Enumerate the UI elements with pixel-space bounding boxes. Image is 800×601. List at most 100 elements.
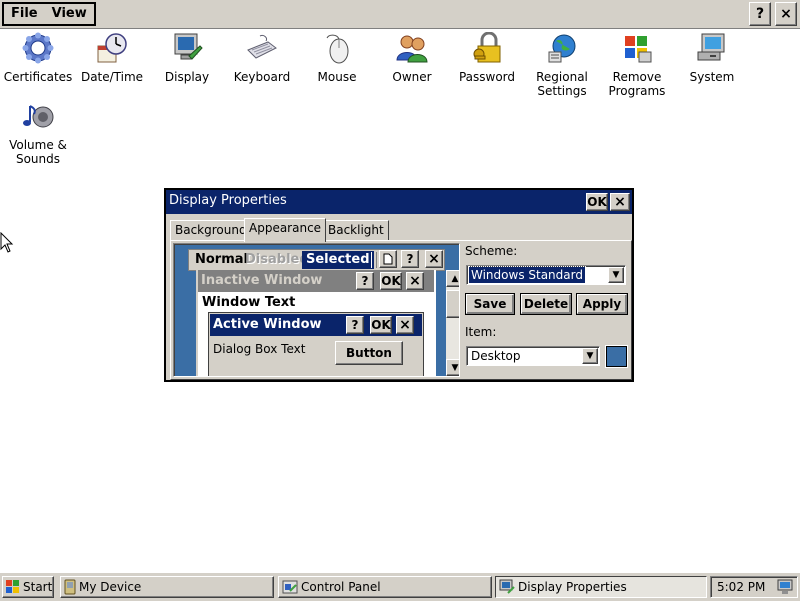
cp-item-label: Password: [458, 70, 516, 84]
dialog-ok-button[interactable]: OK: [586, 193, 608, 211]
windows-logo-icon: [6, 580, 19, 593]
scheme-select[interactable]: Windows Standard ▼: [466, 265, 626, 285]
tab-appearance[interactable]: Appearance: [244, 218, 327, 242]
regional-settings-icon: [548, 34, 576, 63]
cp-item-label: Mouse: [317, 70, 357, 84]
taskbar: Start My Device Control Panel Display Pr…: [0, 572, 800, 601]
menu-view[interactable]: View: [45, 4, 94, 24]
preview-inactive-title: Inactive Window: [201, 273, 323, 288]
cp-item-keyboard[interactable]: Keyboard: [224, 32, 300, 84]
cp-item-password[interactable]: Password: [449, 32, 525, 84]
display-properties-dialog: Display Properties OK × Background Appea…: [164, 188, 634, 382]
item-select[interactable]: Desktop ▼: [466, 346, 600, 366]
dialog-title: Display Properties: [169, 193, 287, 208]
help-button[interactable]: ?: [749, 2, 771, 26]
save-button[interactable]: Save: [465, 293, 515, 315]
preview-inactive-help-button: ?: [356, 272, 374, 290]
menu-group: File View: [2, 2, 96, 26]
close-button[interactable]: ×: [775, 2, 797, 26]
apply-button-label: Apply: [577, 294, 627, 314]
scroll-down-icon: ▼: [446, 359, 459, 376]
cp-item-display[interactable]: Display: [149, 32, 225, 84]
cp-item-label: Date/Time: [80, 70, 144, 84]
remove-programs-icon: [625, 36, 652, 63]
preview-scrollbar: ▲ ▼: [446, 270, 459, 376]
preview-close-button: ×: [425, 250, 443, 268]
taskbar-button-label: Display Properties: [518, 580, 627, 594]
start-button[interactable]: Start: [2, 576, 54, 598]
preview-help-button: ?: [401, 250, 419, 268]
preview-menu-selected: Selected: [302, 251, 374, 269]
volume-sounds-icon: [23, 105, 54, 128]
keyboard-icon: [247, 35, 277, 59]
cp-item-datetime[interactable]: Date/Time: [74, 32, 150, 84]
preview-inactive-close-button: ×: [406, 272, 424, 290]
delete-button[interactable]: Delete: [520, 293, 572, 315]
start-label: Start: [23, 580, 53, 594]
cp-item-label: Volume & Sounds: [9, 138, 67, 166]
item-label: Item:: [465, 325, 497, 339]
tab-appearance-label: Appearance: [249, 221, 322, 235]
scheme-value: Windows Standard: [468, 266, 586, 284]
cp-item-volume-sounds[interactable]: Volume & Sounds: [0, 100, 76, 166]
preview-new-icon: [379, 250, 397, 268]
cp-item-label: Display: [164, 70, 210, 84]
cp-item-mouse[interactable]: Mouse: [299, 32, 375, 84]
tab-background-label: Background: [175, 223, 247, 237]
menu-view-label: View: [51, 6, 87, 21]
dialog-title-bar[interactable]: Display Properties OK ×: [166, 190, 632, 214]
chevron-down-icon[interactable]: ▼: [582, 348, 598, 364]
preview-active-window: Active Window ? OK × Dialog Box Text But…: [208, 312, 424, 376]
delete-button-label: Delete: [521, 294, 571, 314]
cp-item-label: Regional Settings: [536, 70, 588, 98]
cp-item-remove-programs[interactable]: Remove Programs: [599, 32, 675, 98]
tab-backlight[interactable]: Backlight: [323, 220, 389, 241]
preview-inactive-ok-button: OK: [380, 272, 402, 290]
tab-backlight-label: Backlight: [328, 223, 384, 237]
taskbar-button-control-panel[interactable]: Control Panel: [278, 576, 492, 598]
preview-inactive-window: Inactive Window ? OK × Window Text Activ…: [196, 270, 436, 376]
scheme-label: Scheme:: [465, 244, 518, 258]
datetime-icon: [97, 33, 127, 63]
mouse-icon: [326, 34, 349, 64]
preview-inactive-title-bar: Inactive Window ? OK ×: [198, 270, 434, 292]
item-color-button[interactable]: [605, 345, 628, 368]
desktop-icon[interactable]: [777, 579, 793, 595]
cp-item-label: Remove Programs: [608, 70, 666, 98]
device-icon: [64, 579, 76, 595]
clock[interactable]: 5:02 PM: [717, 580, 765, 594]
cp-item-certificates[interactable]: Certificates: [0, 32, 76, 84]
save-button-label: Save: [466, 294, 514, 314]
certificates-icon: [22, 32, 54, 64]
cp-item-regional-settings[interactable]: Regional Settings: [524, 32, 600, 98]
scroll-up-icon: ▲: [446, 270, 459, 287]
item-value: Desktop: [471, 349, 521, 363]
dialog-close-button[interactable]: ×: [610, 193, 630, 211]
chevron-down-icon[interactable]: ▼: [608, 267, 624, 283]
taskbar-button-display-properties[interactable]: Display Properties: [495, 576, 707, 598]
display-properties-icon: [499, 579, 515, 594]
owner-icon: [396, 35, 428, 63]
cp-item-owner[interactable]: Owner: [374, 32, 450, 84]
preview-active-title: Active Window: [213, 317, 322, 332]
taskbar-button-label: My Device: [79, 580, 142, 594]
taskbar-button-my-device[interactable]: My Device: [60, 576, 274, 598]
preview-window-text: Window Text: [202, 295, 296, 310]
cp-item-label: Certificates: [3, 70, 73, 84]
cp-item-label: System: [689, 70, 735, 84]
system-icon: [697, 33, 725, 61]
appearance-preview: Normal Disabled Selected ? × Inactive Wi…: [173, 243, 460, 377]
cp-item-label: Keyboard: [233, 70, 291, 84]
preview-separator: [371, 252, 377, 268]
taskbar-button-label: Control Panel: [301, 580, 381, 594]
preview-dialog-text: Dialog Box Text: [213, 342, 306, 356]
control-panel-icon: [282, 580, 298, 594]
menu-file[interactable]: File: [4, 4, 45, 24]
tab-background[interactable]: Background: [170, 220, 252, 241]
preview-menu-bar: Normal Disabled Selected ? ×: [188, 249, 445, 271]
apply-button[interactable]: Apply: [576, 293, 628, 315]
mouse-pointer-icon: [0, 232, 14, 253]
cp-item-system[interactable]: System: [674, 32, 750, 84]
scroll-thumb: [446, 290, 459, 318]
system-tray: 5:02 PM: [710, 576, 798, 598]
